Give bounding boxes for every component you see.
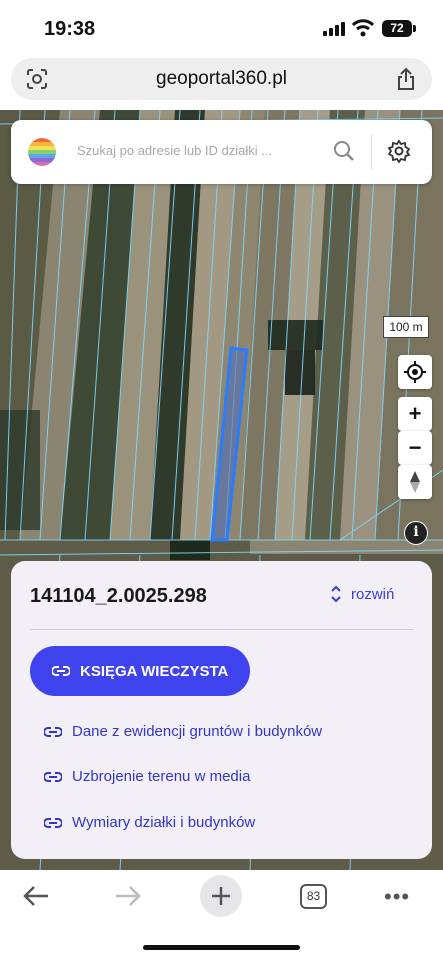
link-land-records[interactable]: Dane z ewidencji gruntów i budynków	[44, 723, 322, 740]
search-input[interactable]: Szukaj po adresie lub ID działki ...	[77, 143, 272, 158]
expand-button[interactable]: rozwiń	[331, 585, 394, 603]
parcel-sheet: 141104_2.0025.298 rozwiń KSIĘGA WIECZYST…	[11, 561, 432, 859]
new-tab-button[interactable]	[200, 875, 242, 917]
plus-icon	[212, 887, 230, 905]
link-dimensions[interactable]: Wymiary działki i budynków	[44, 814, 255, 831]
home-indicator	[143, 945, 300, 950]
link-label: Wymiary działki i budynków	[72, 814, 256, 831]
more-icon[interactable]: •••	[384, 884, 410, 910]
locate-button[interactable]	[398, 355, 432, 389]
forward-icon[interactable]	[114, 880, 142, 912]
share-icon[interactable]	[396, 67, 416, 91]
info-icon[interactable]: i	[404, 521, 428, 545]
zoom-in-button[interactable]: +	[398, 397, 432, 431]
search-divider	[371, 134, 372, 170]
compass-icon	[410, 471, 420, 493]
zoom-out-icon: −	[408, 435, 422, 460]
url-text[interactable]: geoportal360.pl	[11, 68, 432, 90]
link-icon	[52, 666, 70, 676]
gear-icon[interactable]	[387, 139, 411, 163]
compass-button[interactable]	[398, 465, 432, 499]
land-register-button[interactable]: KSIĘGA WIECZYSTA	[30, 646, 250, 696]
land-register-label: KSIĘGA WIECZYSTA	[80, 662, 229, 680]
locate-icon	[404, 361, 426, 383]
chevron-updown-icon	[331, 585, 341, 603]
back-icon[interactable]	[22, 880, 50, 912]
address-bar[interactable]: geoportal360.pl	[11, 58, 432, 100]
expand-label: rozwiń	[351, 585, 395, 603]
sheet-divider	[30, 629, 413, 630]
link-icon	[44, 726, 62, 737]
battery-tip	[413, 25, 416, 32]
search-bar[interactable]: Szukaj po adresie lub ID działki ...	[11, 120, 432, 184]
link-label: Dane z ewidencji gruntów i budynków	[72, 723, 323, 740]
tabs-button[interactable]: 83	[300, 884, 327, 909]
link-icon	[44, 771, 62, 782]
map-scale: 100 m	[383, 316, 429, 338]
link-utilities[interactable]: Uzbrojenie terenu w media	[44, 768, 250, 785]
wifi-icon	[352, 19, 374, 37]
status-time: 19:38	[44, 18, 96, 40]
browser-toolbar: 83 •••	[0, 870, 443, 960]
battery-icon: 72	[382, 20, 412, 37]
link-label: Uzbrojenie terenu w media	[72, 768, 251, 785]
map-view[interactable]: Szukaj po adresie lub ID działki ... 100…	[0, 110, 443, 870]
signal-icon	[323, 22, 345, 36]
zoom-in-icon: +	[408, 401, 422, 426]
search-icon[interactable]	[333, 140, 355, 162]
link-icon	[44, 817, 62, 828]
zoom-out-button[interactable]: −	[398, 431, 432, 465]
status-bar: 19:38 72	[0, 0, 443, 58]
parcel-id: 141104_2.0025.298	[30, 585, 207, 607]
app-logo	[28, 138, 56, 166]
